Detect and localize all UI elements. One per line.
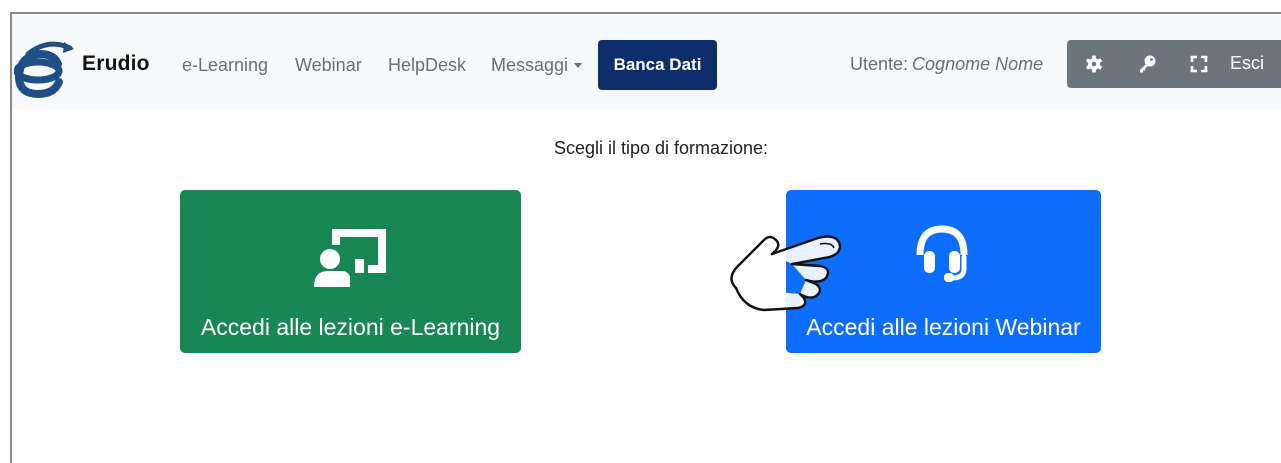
gear-icon	[1086, 55, 1102, 73]
user-info: Utente: Cognome Nome	[850, 54, 1043, 75]
nav-link-webinar[interactable]: Webinar	[295, 55, 362, 76]
webinar-card-label: Accedi alle lezioni Webinar	[806, 314, 1081, 340]
nav-link-helpdesk[interactable]: HelpDesk	[388, 55, 466, 76]
chevron-down-icon	[574, 63, 583, 68]
app-window: Erudio e-Learning Webinar HelpDesk Messa…	[10, 12, 1281, 463]
page-prompt: Scegli il tipo di formazione:	[553, 138, 769, 158]
navbar: Erudio e-Learning Webinar HelpDesk Messa…	[12, 14, 1281, 109]
key-icon	[1140, 55, 1156, 73]
e-learning-card-label: Accedi alle lezioni e-Learning	[200, 314, 501, 340]
fullscreen-icon	[1190, 55, 1208, 73]
banca-dati-button[interactable]: Banca Dati	[598, 40, 717, 90]
teacher-board-icon	[314, 229, 386, 287]
e-learning-card-button[interactable]: Accedi alle lezioni e-Learning	[180, 190, 521, 353]
user-toolbar: Esci	[1067, 40, 1281, 88]
brand-name[interactable]: Erudio	[82, 52, 150, 76]
nav-link-e-learning[interactable]: e-Learning	[182, 55, 268, 76]
pointing-hand-icon	[730, 235, 842, 312]
user-name: Cognome Nome	[912, 54, 1044, 74]
user-label: Utente:	[850, 54, 909, 74]
headset-icon	[916, 225, 968, 282]
logout-button[interactable]: Esci	[1230, 53, 1264, 74]
erudio-logo-icon[interactable]	[14, 38, 80, 98]
settings-button[interactable]	[1075, 40, 1113, 88]
messaggi-label: Messaggi	[491, 55, 569, 75]
fullscreen-button[interactable]	[1180, 40, 1218, 88]
nav-dropdown-messaggi[interactable]: Messaggi	[491, 55, 583, 76]
password-button[interactable]	[1128, 40, 1166, 88]
